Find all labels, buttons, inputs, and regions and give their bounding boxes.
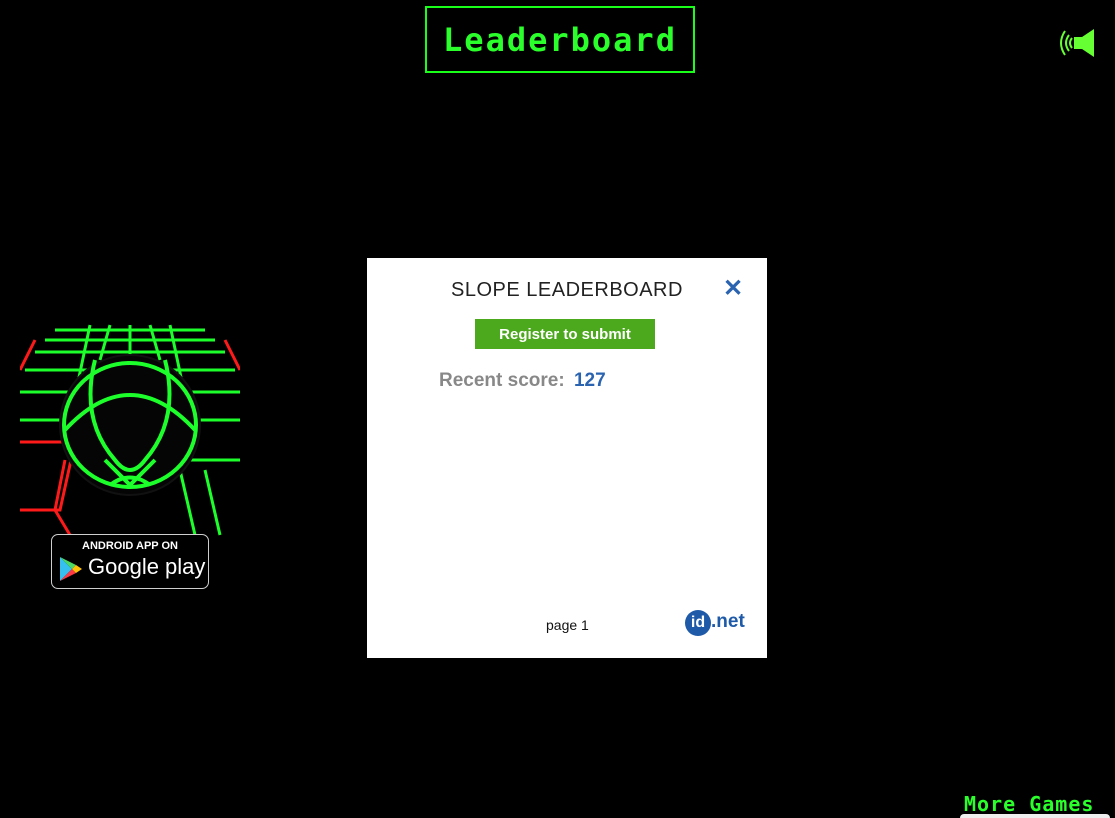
slope-app-promo-image[interactable] bbox=[20, 320, 240, 538]
register-button[interactable]: Register to submit bbox=[475, 319, 655, 349]
page-indicator: page 1 bbox=[546, 617, 589, 633]
badge-top-label: ANDROID APP ON bbox=[82, 540, 178, 552]
recent-score: Recent score: 127 bbox=[439, 370, 606, 392]
google-play-badge[interactable]: ANDROID APP ON Google play bbox=[51, 534, 209, 589]
leaderboard-title-button[interactable]: Leaderboard bbox=[425, 6, 695, 73]
speaker-icon[interactable] bbox=[1056, 26, 1098, 60]
recent-score-value: 127 bbox=[573, 370, 606, 391]
recent-score-label: Recent score: bbox=[439, 370, 565, 391]
more-games-bar bbox=[960, 814, 1110, 818]
idnet-logo-text: .net bbox=[711, 611, 745, 632]
more-games-link[interactable]: More Games bbox=[964, 792, 1094, 816]
close-icon[interactable]: ✕ bbox=[723, 276, 743, 302]
leaderboard-dialog: SLOPE LEADERBOARD ✕ Register to submit R… bbox=[367, 258, 767, 658]
google-play-icon bbox=[60, 557, 82, 581]
idnet-logo-mark: id bbox=[685, 610, 711, 636]
badge-bottom-label: Google play bbox=[88, 554, 206, 579]
idnet-logo[interactable]: id .net bbox=[685, 610, 749, 636]
dialog-title: SLOPE LEADERBOARD bbox=[451, 279, 683, 301]
